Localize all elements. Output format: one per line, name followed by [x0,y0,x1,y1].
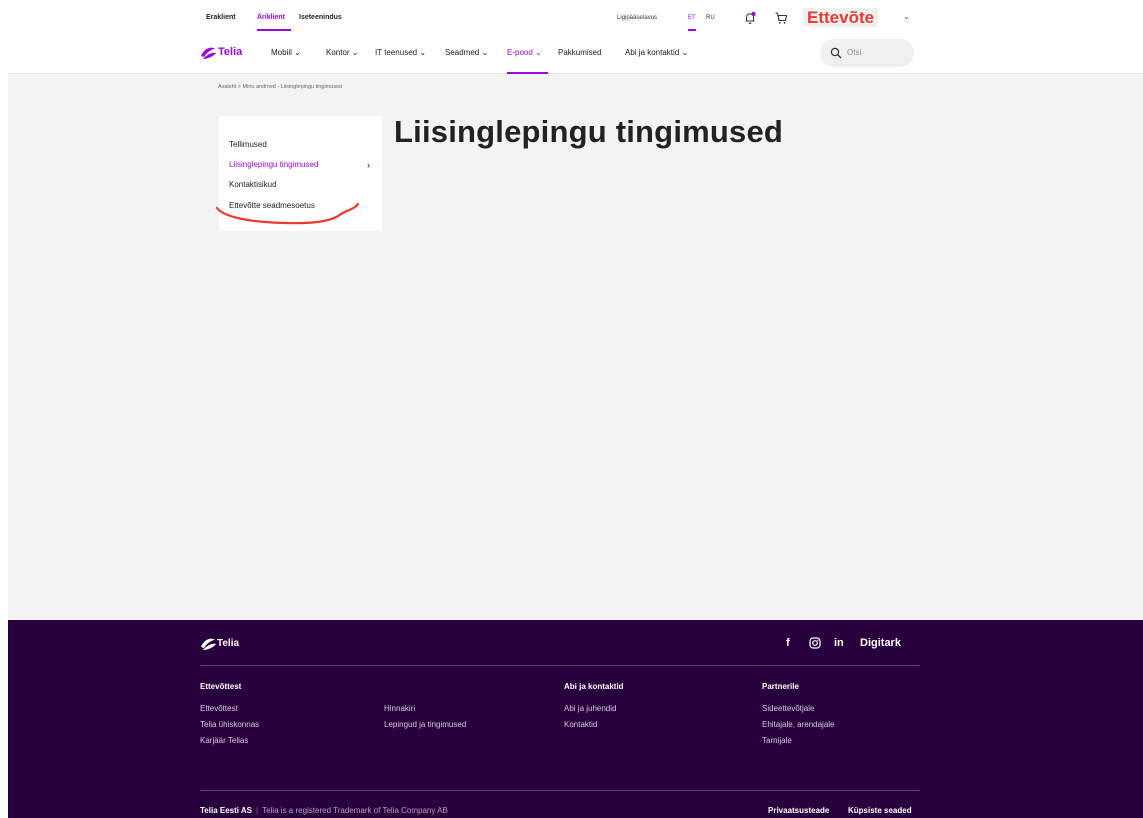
red-underline-annotation [215,202,360,225]
nav-item-pakkumised[interactable]: Pakkumised [558,48,602,57]
segment-eraklient[interactable]: Eraklient [206,14,236,21]
footer-legal: Telia Eesti AS | Telia is a registered Tra… [200,806,448,815]
nav-item-seadmed[interactable]: Seadmed ⌄ [445,48,488,57]
accessibility-link[interactable]: Ligipääsetavus [617,15,657,21]
page-title: Liisinglepingu tingimused [394,114,784,149]
cookie-settings-link[interactable]: Küpsiste seaded [848,806,912,815]
footer-logo-text[interactable]: Telia [217,638,239,649]
footer-link[interactable]: Hinnakiri [384,704,415,713]
footer-divider [200,790,920,791]
footer-heading-partnerile: Partnerile [762,682,799,691]
footer-divider [200,665,920,666]
cart-icon[interactable] [774,11,788,25]
footer-link[interactable]: Ettevõttest [200,704,238,713]
lang-et[interactable]: ET [688,15,696,21]
footer-link[interactable]: Lepingud ja tingimused [384,720,466,729]
footer-link[interactable]: Abi ja juhendid [564,704,616,713]
digitark-link[interactable]: Digitark [860,637,901,649]
chevron-down-icon[interactable]: ⌄ [903,12,910,21]
sidebar-item-liisinglepingu-tingimused[interactable]: Liisinglepingu tingimused [229,160,318,169]
search-input[interactable]: Otsi [820,39,914,67]
segment-iseteenindus[interactable]: Iseteenindus [299,14,342,21]
footer-heading-abi-ja-kontaktid: Abi ja kontaktid [564,682,624,691]
chevron-right-icon: › [367,160,370,170]
nav-active-indicator [507,72,548,74]
footer: Telia f in Digitark Ettevõttest Ettevõtt… [8,620,1143,818]
segment-active-indicator [257,29,291,31]
utility-bar: Eraklient Äriklient Iseteenindus Ligipää… [8,8,1143,32]
facebook-icon[interactable]: f [786,637,790,649]
cropped-caption [0,0,1143,8]
logo-text[interactable]: Telia [218,46,242,58]
notification-bell-icon[interactable] [743,11,757,25]
footer-link[interactable]: Sideettevõtjale [762,704,814,713]
sidebar-menu: Tellimused Liisinglepingu tingimused › K… [215,116,382,231]
lang-active-indicator [688,29,696,31]
sidebar-item-tellimused[interactable]: Tellimused [229,140,267,149]
search-placeholder: Otsi [847,48,862,57]
segment-ariklient[interactable]: Äriklient [257,14,285,21]
nav-item-it-teenused[interactable]: IT teenused ⌄ [375,48,426,57]
trademark-text: Telia is a registered Trademark of Telia… [262,806,448,815]
linkedin-icon[interactable]: in [834,637,844,649]
footer-link[interactable]: Ehitajale, arendajale [762,720,835,729]
nav-item-abi-ja-kontaktid[interactable]: Abi ja kontaktid ⌄ [625,48,688,57]
breadcrumb[interactable]: Avaleht > Minu andmed - Liisinglepingu t… [218,84,342,90]
company-name: Telia Eesti AS [200,806,253,815]
instagram-icon[interactable] [809,637,821,649]
search-icon [830,47,842,59]
sidebar-item-kontaktisikud[interactable]: Kontaktisikud [229,180,277,189]
lang-ru[interactable]: RU [706,15,715,21]
footer-link[interactable]: Telia ühiskonnas [200,720,259,729]
page: Eraklient Äriklient Iseteenindus Ligipää… [8,8,1143,818]
nav-item-mobiil[interactable]: Mobiil ⌄ [271,48,301,57]
footer-link[interactable]: Tarnijale [762,736,792,745]
main-nav: Telia Mobiil ⌄ Kontor ⌄ IT teenused ⌄ Se… [8,32,1143,74]
footer-heading-ettevottest: Ettevõttest [200,682,242,691]
business-selector[interactable]: Ettevõte [803,8,879,27]
footer-link[interactable]: Karjäär Telias [200,736,248,745]
footer-link[interactable]: Kontaktid [564,720,597,729]
nav-item-e-pood[interactable]: E-pood ⌄ [507,48,542,57]
privacy-link[interactable]: Privaatsusteade [768,806,829,815]
nav-item-kontor[interactable]: Kontor ⌄ [326,48,359,57]
